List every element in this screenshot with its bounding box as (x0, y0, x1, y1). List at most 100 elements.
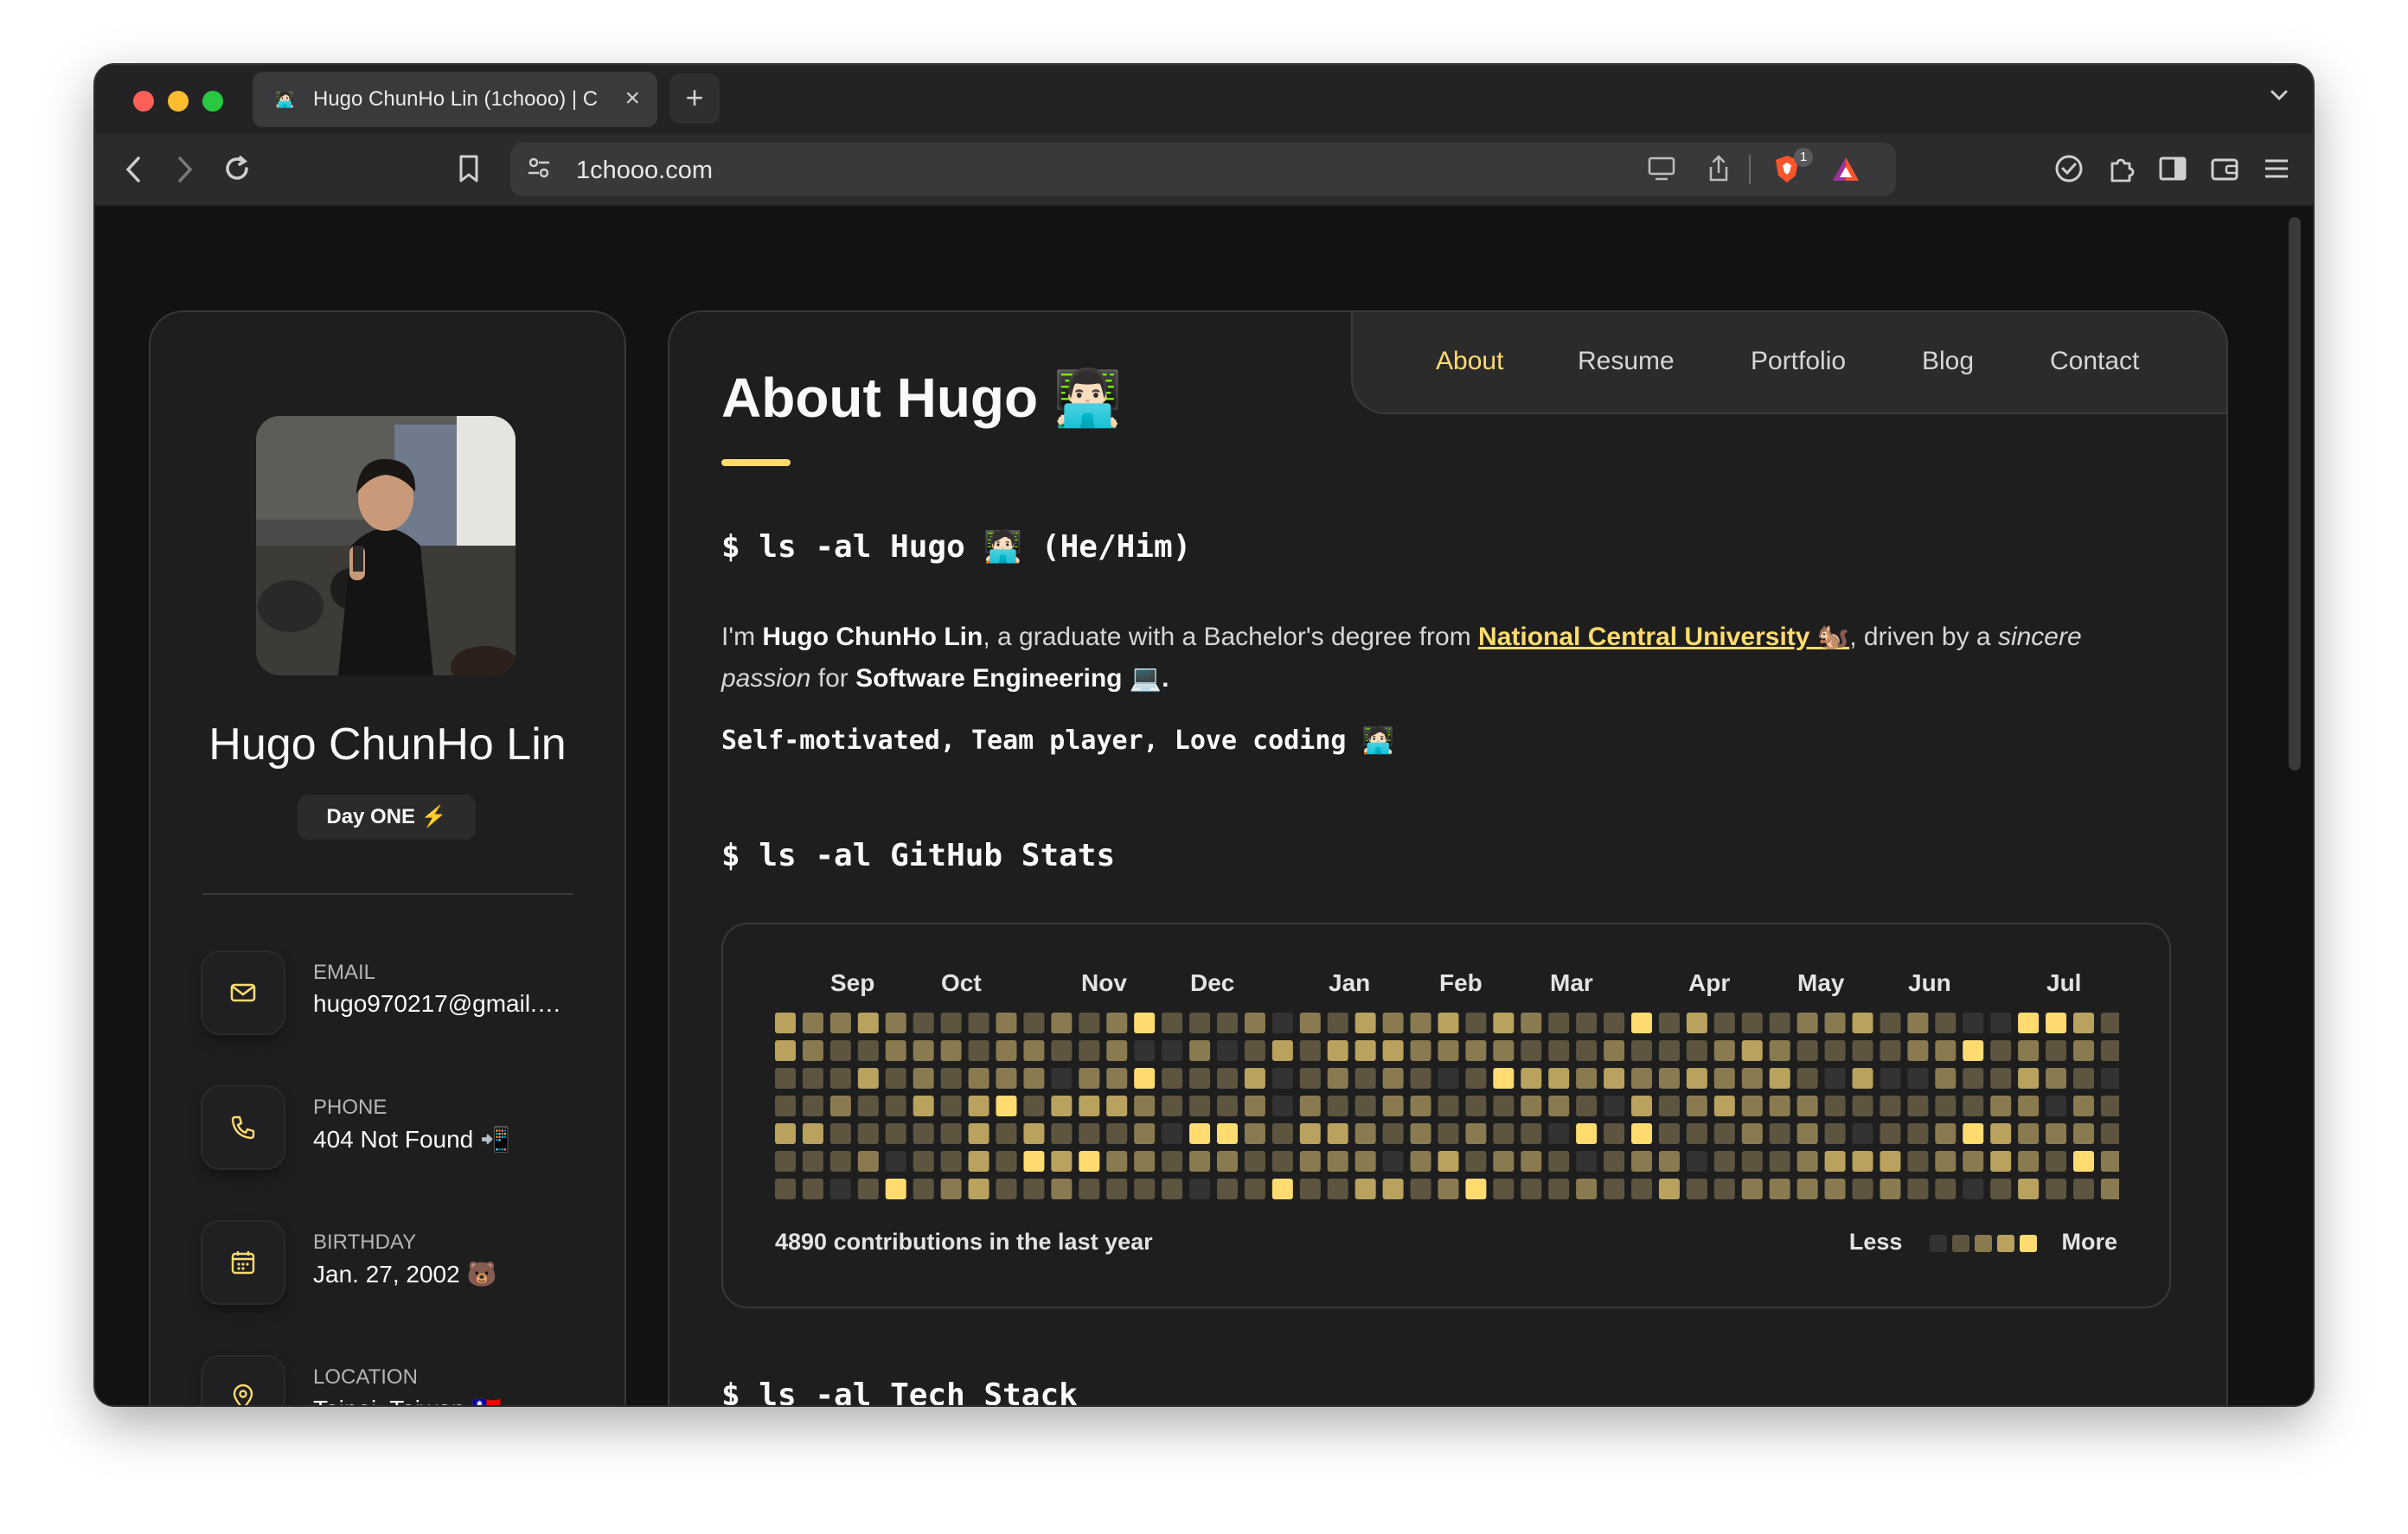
month-label: Jun (1908, 969, 1951, 996)
menu-icon[interactable] (2261, 153, 2292, 189)
wallet-icon[interactable] (2209, 153, 2240, 189)
contribution-cell (1189, 1096, 1211, 1116)
sidebar-toggle-icon[interactable] (2157, 153, 2188, 189)
nav-portfolio[interactable]: Portfolio (1751, 347, 1846, 376)
tab-list-chevron-icon[interactable] (2268, 84, 2290, 112)
contribution-cell (1382, 1179, 1404, 1199)
contribution-cell (775, 1123, 796, 1144)
close-window-button[interactable] (133, 91, 154, 112)
contribution-cell (1935, 1179, 1956, 1199)
contribution-cell (996, 1179, 1017, 1199)
cast-icon[interactable] (1647, 155, 1678, 188)
contribution-cell (2072, 1096, 2094, 1116)
contribution-cell (1162, 1013, 1183, 1033)
contribution-cell (1880, 1123, 1901, 1144)
contribution-cell (1907, 1123, 1929, 1144)
contribution-cell (1465, 1123, 1487, 1144)
contribution-cell (1051, 1040, 1073, 1061)
university-link[interactable]: National Central University 🐿️ (1478, 623, 1849, 651)
share-icon[interactable] (1706, 153, 1732, 189)
contribution-cell (1576, 1151, 1598, 1172)
contribution-cell (1216, 1096, 1238, 1116)
maximize-window-button[interactable] (202, 91, 223, 112)
contribution-cell (1299, 1013, 1321, 1033)
avatar (256, 416, 516, 675)
phone-icon (202, 1087, 284, 1168)
brave-rewards-icon[interactable] (1830, 155, 1861, 189)
contact-birthday: BIRTHDAY Jan. 27, 2002 🐻 (202, 1222, 600, 1308)
month-label: Sep (830, 969, 875, 996)
contribution-cell (1576, 1179, 1598, 1199)
site-settings-icon[interactable] (526, 155, 552, 186)
contribution-cell (1271, 1096, 1293, 1116)
contribution-cell (1465, 1068, 1487, 1089)
contribution-cell (1796, 1040, 1818, 1061)
email-link[interactable]: hugo970217@gmail.com (313, 990, 573, 1018)
contribution-cell (2100, 1123, 2119, 1144)
close-tab-icon[interactable]: × (624, 84, 640, 113)
contribution-cell (1493, 1179, 1515, 1199)
contribution-cell (1880, 1013, 1901, 1033)
browser-tab[interactable]: 🧑🏻‍💻 Hugo ChunHo Lin (1chooo) | C × (253, 72, 657, 127)
reload-icon[interactable] (221, 153, 253, 189)
contribution-cell (1521, 1013, 1542, 1033)
address-bar[interactable]: 1chooo.com 1 (510, 143, 1896, 196)
vertical-scrollbar[interactable] (2289, 217, 2301, 770)
nav-blog[interactable]: Blog (1922, 347, 1974, 376)
contribution-cell (1327, 1068, 1348, 1089)
browser-window: 🧑🏻‍💻 Hugo ChunHo Lin (1chooo) | C × + 1c… (95, 65, 2313, 1405)
new-tab-button[interactable]: + (669, 74, 720, 124)
contribution-cell (2072, 1123, 2094, 1144)
nav-contact[interactable]: Contact (2050, 347, 2139, 376)
contribution-cell (857, 1096, 879, 1116)
back-icon[interactable] (121, 155, 147, 189)
contribution-cell (1824, 1151, 1846, 1172)
contribution-cell (968, 1151, 989, 1172)
contribution-cell (1658, 1040, 1680, 1061)
mail-icon (202, 952, 284, 1033)
contribution-cell (829, 1123, 851, 1144)
contribution-cell (885, 1068, 906, 1089)
intro-field: Software Engineering 💻 (855, 664, 1162, 693)
bookmark-icon[interactable] (457, 153, 481, 189)
contribution-cell (1935, 1151, 1956, 1172)
legend-level-2 (1975, 1234, 1993, 1252)
contribution-cell (1548, 1096, 1570, 1116)
minimize-window-button[interactable] (168, 91, 189, 112)
nav-about[interactable]: About (1436, 347, 1503, 376)
contribution-cell (1023, 1068, 1045, 1089)
contribution-cell (913, 1179, 934, 1199)
browser-toolbar: 1chooo.com 1 (95, 134, 2313, 207)
month-label: Feb (1439, 969, 1483, 996)
contribution-cell (940, 1013, 962, 1033)
nav-resume[interactable]: Resume (1578, 347, 1675, 376)
contribution-cell (1521, 1123, 1542, 1144)
contribution-cell (940, 1068, 962, 1089)
contribution-cell (1162, 1179, 1183, 1199)
contribution-cell (1990, 1179, 2012, 1199)
month-label: May (1797, 969, 1845, 996)
forward-icon[interactable] (171, 155, 197, 189)
contribution-cell (1631, 1068, 1653, 1089)
contribution-cell (996, 1040, 1017, 1061)
contribution-cell (1521, 1040, 1542, 1061)
legend-level-4 (2020, 1234, 2038, 1252)
contribution-cell (1604, 1096, 1625, 1116)
contribution-cell (1023, 1179, 1045, 1199)
contribution-cell (885, 1040, 906, 1061)
extensions-icon[interactable] (2105, 153, 2136, 189)
contribution-cell (1824, 1040, 1846, 1061)
phone-value: 404 Not Found 📲 (313, 1126, 510, 1153)
vpn-check-icon[interactable] (2053, 153, 2085, 189)
contribution-cell (1824, 1068, 1846, 1089)
contribution-cell (1963, 1096, 1984, 1116)
contribution-cell (2072, 1179, 2094, 1199)
contribution-cell (1354, 1151, 1376, 1172)
contribution-cell (1271, 1123, 1293, 1144)
contribution-cell (1521, 1151, 1542, 1172)
url-text[interactable]: 1chooo.com (576, 157, 713, 185)
contribution-cell (1604, 1123, 1625, 1144)
contribution-cell (1382, 1123, 1404, 1144)
contribution-cell (1631, 1123, 1653, 1144)
contribution-cell (913, 1013, 934, 1033)
